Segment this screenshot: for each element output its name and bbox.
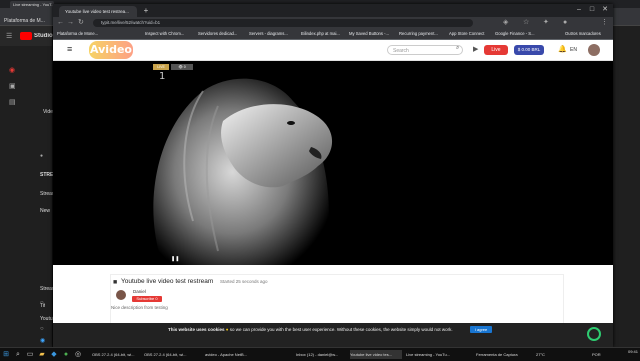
chrome-icon[interactable]: ● <box>62 350 70 359</box>
reload-icon[interactable]: ↻ <box>78 19 84 26</box>
web-page: ≡ Avideo Search ⌕ ▶ Live $ 0.00 BRL 🔔 EN <box>53 40 613 347</box>
lion-video-frame <box>123 61 373 265</box>
site-logo[interactable]: Avideo <box>89 41 133 59</box>
channel-name[interactable]: Daniel <box>133 289 146 294</box>
subscribe-label: Subscribe <box>136 296 155 301</box>
search-icon[interactable]: ⌕ <box>456 45 459 52</box>
video-camera-icon: ■ <box>113 279 118 286</box>
user-avatar[interactable] <box>588 44 600 56</box>
video-camera-icon[interactable]: ▶ <box>473 45 478 53</box>
taskbar-item[interactable]: OBS 27.2.4 (64-bit, wi... <box>144 350 192 359</box>
vscode-icon[interactable]: ◆ <box>50 350 58 359</box>
obs-icon[interactable]: ◎ <box>74 350 82 359</box>
cookie-message: This website uses cookies ● so we can pr… <box>168 327 478 332</box>
started-time: Started 25 seconds ago <box>220 279 268 284</box>
channel-avatar[interactable] <box>116 290 126 300</box>
subtitle-char: 1 <box>159 71 166 82</box>
forward-icon[interactable]: → <box>67 19 74 26</box>
live-button[interactable]: Live <box>484 45 508 55</box>
viewers-badge: 👁 0 <box>171 64 193 70</box>
bookmark[interactable]: Recurring payment... <box>399 30 438 38</box>
background-studio-header: ☰ Studio <box>0 26 53 46</box>
camera-icon[interactable]: ▣ <box>9 83 16 90</box>
address-bar[interactable]: typit.me/live/52/watch?uid=b1 <box>93 19 473 27</box>
weather-temperature[interactable]: 27°C <box>536 350 558 359</box>
new-tab-button[interactable]: + <box>141 6 151 16</box>
background-bookmark[interactable]: Plataforma de M... <box>4 18 45 24</box>
back-icon[interactable]: ← <box>57 19 64 26</box>
cookie-agree-button[interactable]: I agree <box>470 326 492 333</box>
extension-icon[interactable]: ◈ <box>503 19 508 26</box>
taskbar-item[interactable]: Live streaming - YouTu... <box>406 350 460 359</box>
browser-toolbar: ← → ↻ typit.me/live/52/watch?uid=b1 ◈ ☆ … <box>53 17 613 29</box>
folder-icon[interactable]: ▰ <box>38 350 46 359</box>
video-player[interactable]: LIVE 👁 0 1 ❚❚ <box>53 61 613 265</box>
radio-selected-icon[interactable]: ◉ <box>40 338 45 345</box>
bookmark[interactable]: Plataforma de Mone... <box>57 30 98 38</box>
search-icon[interactable]: ⌕ <box>14 350 22 359</box>
live-badge: LIVE <box>153 64 169 70</box>
taskbar-item[interactable]: OBS 27.2.4 (64-bit, wi... <box>92 350 140 359</box>
notification-bell-icon[interactable]: 🔔 <box>558 45 567 53</box>
browser-window: Youtube live video test restrea... + – □… <box>53 4 613 347</box>
privacy-shield-icon[interactable] <box>587 327 601 341</box>
taskbar-item-active[interactable]: Youtube live video tes... <box>350 350 402 359</box>
background-sidebar: ◉ ▣ ▤ Vide ● STREA Stream New Stream Tit… <box>0 46 58 347</box>
taskbar-item[interactable]: Inbox (12) - daniel@w... <box>296 350 346 359</box>
star-icon[interactable]: ☆ <box>523 19 529 26</box>
wallet-balance[interactable]: $ 0.00 BRL <box>514 45 544 55</box>
bookmark[interactable]: Bilindex.php at mai... <box>301 30 340 38</box>
cookie-text: so we can provide you with the best user… <box>229 327 453 332</box>
language-selector[interactable]: EN <box>570 45 577 55</box>
kebab-menu-icon[interactable]: ⋮ <box>601 19 608 26</box>
bookmark[interactable]: Outros marcadores <box>565 30 601 38</box>
bookmark[interactable]: My Saved Buttons -... <box>349 30 389 38</box>
language-indicator[interactable]: POR <box>592 350 606 359</box>
cookie-banner: This website uses cookies ● so we can pr… <box>53 323 613 347</box>
menu-icon[interactable]: ☰ <box>6 33 12 40</box>
minimize-icon[interactable]: – <box>573 5 585 15</box>
studio-label: Studio <box>34 33 53 39</box>
site-header: ≡ Avideo Search ⌕ ▶ Live $ 0.00 BRL 🔔 EN <box>53 40 613 61</box>
taskbar-item[interactable]: avideo - Apache NetB... <box>205 350 253 359</box>
video-description: Nice description from testing <box>111 305 168 310</box>
maximize-icon[interactable]: □ <box>586 5 598 15</box>
bookmarks-bar: Plataforma de Mone... Inspect with Chrom… <box>53 29 613 40</box>
dot-icon: ● <box>40 153 44 159</box>
bookmark[interactable]: Google Finance - S... <box>495 30 535 38</box>
profile-icon[interactable]: ● <box>563 19 567 26</box>
taskbar: ⊞ ⌕ ▭ ▰ ◆ ● ◎ OBS 27.2.4 (64-bit, wi... … <box>0 347 640 361</box>
youtube-logo-icon[interactable] <box>20 32 32 40</box>
sidebar-fragment: New <box>40 208 51 214</box>
radio-icon[interactable]: ○ <box>40 300 44 307</box>
puzzle-icon[interactable]: ✦ <box>543 19 549 26</box>
bookmark[interactable]: App Store Connect <box>449 30 484 38</box>
close-icon[interactable]: ✕ <box>599 5 611 15</box>
browser-tab[interactable]: Youtube live video test restrea... <box>59 6 137 17</box>
cookie-bold: This website uses cookies <box>168 327 225 332</box>
task-view-icon[interactable]: ▭ <box>26 350 34 359</box>
pause-icon[interactable]: ❚❚ <box>171 256 179 262</box>
bookmark[interactable]: Inspect with Chrom... <box>145 30 184 38</box>
bookmark[interactable]: Servidores dedicad... <box>198 30 237 38</box>
viewers-count: 0 <box>183 65 186 69</box>
subscribe-button[interactable]: Subscribe 0 <box>132 296 162 302</box>
bookmark[interactable]: Servers - diagrams... <box>249 30 288 38</box>
calendar-icon[interactable]: ▤ <box>9 99 16 106</box>
taskbar-clock[interactable]: 09:41 <box>608 349 638 355</box>
windows-start-icon[interactable]: ⊞ <box>2 350 10 359</box>
browser-titlebar: Youtube live video test restrea... + – □… <box>53 4 613 17</box>
hamburger-menu-icon[interactable]: ≡ <box>67 45 72 54</box>
live-icon[interactable]: ◉ <box>9 67 15 74</box>
radio-icon[interactable]: ○ <box>40 326 44 333</box>
subscribe-count: 0 <box>155 296 158 301</box>
video-title: Youtube live video test restream <box>121 278 214 285</box>
taskbar-item[interactable]: Ferramenta de Captura <box>476 350 528 359</box>
background-tab[interactable]: Live streaming - YouT... <box>10 1 54 8</box>
sidebar-fragment: Vide <box>43 109 53 115</box>
background-right-panel <box>613 26 640 347</box>
cookie-icon: ● <box>225 327 229 332</box>
search-input[interactable]: Search <box>387 45 463 55</box>
